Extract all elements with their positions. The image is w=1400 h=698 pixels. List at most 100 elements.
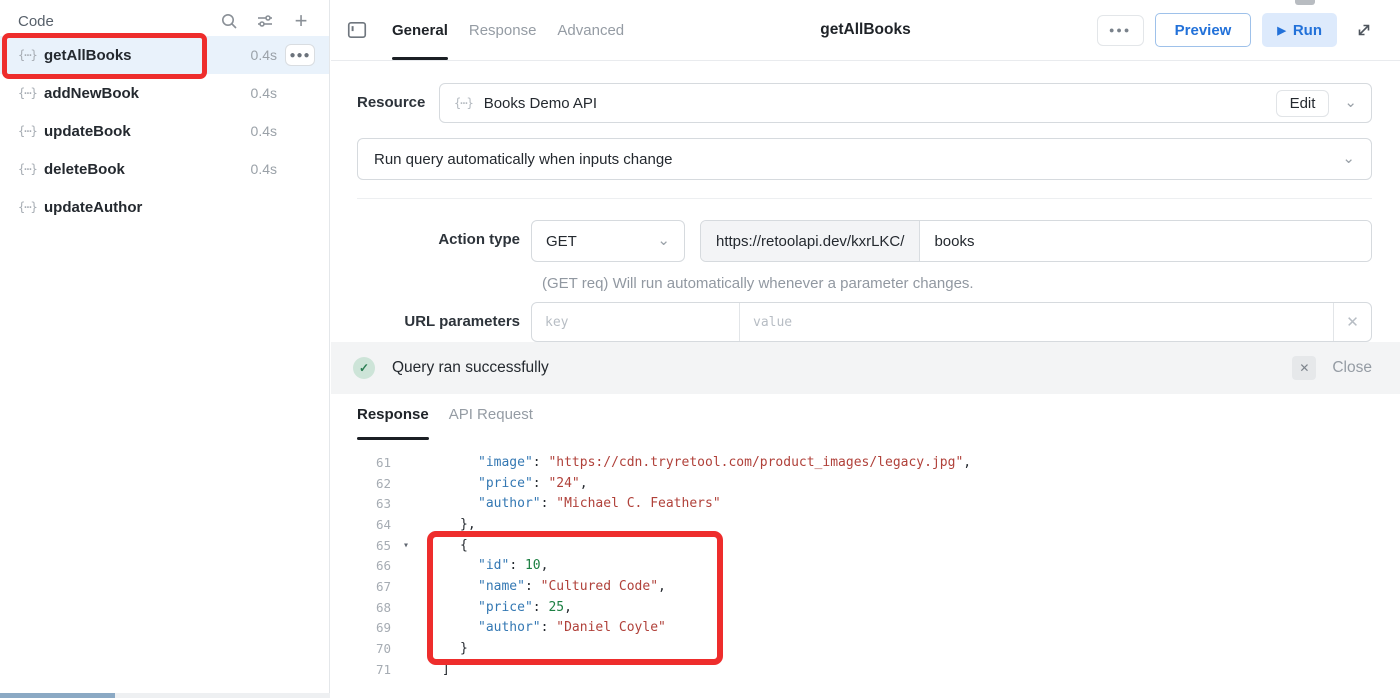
chevron-down-icon: ⌄ bbox=[1342, 154, 1355, 164]
action-type-row: Action type GET ⌄ https://retoolapi.dev/… bbox=[357, 220, 1372, 262]
code-line: 64}, bbox=[331, 514, 1400, 535]
search-icon[interactable] bbox=[219, 11, 239, 31]
code-line: 62 "price": "24", bbox=[331, 473, 1400, 494]
code-sidebar: Code + {⋯} bbox=[0, 0, 330, 698]
param-key-input[interactable]: key bbox=[532, 303, 740, 341]
tab-response[interactable]: Response bbox=[469, 0, 537, 60]
filter-sliders-icon[interactable] bbox=[255, 11, 275, 31]
chevron-down-icon: ⌄ bbox=[657, 236, 670, 246]
braces-icon: {⋯} bbox=[18, 124, 44, 138]
query-item-getAllBooks[interactable]: {⋯} getAllBooks 0.4s ●●● bbox=[0, 36, 329, 74]
run-button[interactable]: ▶ Run bbox=[1262, 13, 1337, 47]
code-line: 65▾{ bbox=[331, 535, 1400, 556]
braces-icon: {⋯} bbox=[18, 48, 44, 62]
line-number: 71 bbox=[331, 662, 391, 677]
run-behavior-value: Run query automatically when inputs chan… bbox=[374, 151, 1342, 168]
retool-query-editor: Code + {⋯} bbox=[0, 0, 1400, 698]
panel-toggle-icon[interactable] bbox=[346, 19, 368, 41]
code-content: "author": "Michael C. Feathers" bbox=[421, 496, 721, 511]
header-more-button[interactable]: ●●● bbox=[1097, 15, 1144, 46]
line-number: 70 bbox=[331, 641, 391, 656]
url-parameters-label: URL parameters bbox=[357, 302, 531, 330]
response-tabs: Response API Request bbox=[331, 394, 1400, 440]
query-item-deleteBook[interactable]: {⋯} deleteBook 0.4s bbox=[0, 150, 329, 188]
tab-advanced[interactable]: Advanced bbox=[557, 0, 624, 60]
line-number: 63 bbox=[331, 496, 391, 511]
code-content: "price": "24", bbox=[421, 476, 588, 491]
code-content: { bbox=[421, 538, 468, 553]
add-query-icon[interactable]: + bbox=[291, 11, 311, 31]
edit-resource-button[interactable]: Edit bbox=[1276, 90, 1330, 117]
query-run-time: 0.4s bbox=[241, 161, 277, 177]
url-base-prefix: https://retoolapi.dev/kxrLKC/ bbox=[701, 221, 920, 261]
query-item-label: getAllBooks bbox=[44, 47, 241, 64]
code-line: 70} bbox=[331, 638, 1400, 659]
code-content: "author": "Daniel Coyle" bbox=[421, 620, 666, 635]
scrollbar-thumb[interactable] bbox=[0, 693, 115, 698]
tab-response-result[interactable]: Response bbox=[357, 394, 429, 440]
tab-general[interactable]: General bbox=[392, 0, 448, 60]
code-content: } bbox=[421, 641, 468, 656]
sidebar-header: Code + bbox=[0, 0, 329, 34]
code-line: 63 "author": "Michael C. Feathers" bbox=[331, 493, 1400, 514]
url-parameters-group: key value ✕ bbox=[531, 302, 1372, 342]
action-type-select[interactable]: GET ⌄ bbox=[531, 220, 685, 262]
query-item-label: updateAuthor bbox=[44, 199, 241, 216]
line-number: 68 bbox=[331, 600, 391, 615]
braces-icon: {⋯} bbox=[18, 200, 44, 214]
sidebar-horizontal-scrollbar[interactable] bbox=[0, 693, 330, 698]
query-run-time: 0.4s bbox=[241, 47, 277, 63]
code-lines[interactable]: 61"image": "https://cdn.tryretool.com/pr… bbox=[331, 452, 1400, 680]
code-line: 67 "name": "Cultured Code", bbox=[331, 576, 1400, 597]
run-button-label: Run bbox=[1293, 22, 1322, 39]
url-parameters-row: URL parameters key value ✕ bbox=[357, 302, 1372, 342]
code-content: "price": 25, bbox=[421, 600, 572, 615]
code-line: 68 "price": 25, bbox=[331, 597, 1400, 618]
braces-icon: {⋯} bbox=[18, 162, 44, 176]
line-number: 67 bbox=[331, 579, 391, 594]
code-content: ] bbox=[421, 662, 450, 677]
url-path-input[interactable]: books bbox=[920, 221, 1371, 261]
query-form: Resource {⋯} Books Demo API Edit ⌄ Run q… bbox=[331, 61, 1400, 342]
query-item-label: deleteBook bbox=[44, 161, 241, 178]
editor-header: General Response Advanced getAllBooks ●●… bbox=[331, 0, 1400, 61]
action-type-label: Action type bbox=[357, 220, 531, 248]
query-item-label: updateBook bbox=[44, 123, 241, 140]
code-line: 66"id": 10, bbox=[331, 555, 1400, 576]
action-help-text: (GET req) Will run automatically wheneve… bbox=[542, 275, 1372, 293]
run-behavior-select[interactable]: Run query automatically when inputs chan… bbox=[357, 138, 1372, 180]
line-number: 66 bbox=[331, 558, 391, 573]
query-list: {⋯} getAllBooks 0.4s ●●● {⋯} addNewBook … bbox=[0, 36, 329, 226]
line-number: 69 bbox=[331, 620, 391, 635]
query-success-notification: ✓ Query ran successfully ✕ Close bbox=[331, 342, 1400, 394]
code-line: 71] bbox=[331, 659, 1400, 680]
param-value-input[interactable]: value bbox=[740, 303, 1333, 341]
close-notification-button[interactable]: Close bbox=[1332, 359, 1372, 377]
fold-arrow-icon[interactable]: ▾ bbox=[391, 540, 421, 551]
response-panel: Response API Request 61"image": "https:/… bbox=[331, 394, 1400, 698]
cropped-tooltip-fragment bbox=[1295, 0, 1315, 5]
query-item-label: addNewBook bbox=[44, 85, 241, 102]
query-item-addNewBook[interactable]: {⋯} addNewBook 0.4s bbox=[0, 74, 329, 112]
line-number: 62 bbox=[331, 476, 391, 491]
resource-select[interactable]: {⋯} Books Demo API Edit ⌄ bbox=[439, 83, 1372, 123]
query-more-button[interactable]: ●●● bbox=[285, 44, 315, 66]
code-content: "image": "https://cdn.tryretool.com/prod… bbox=[421, 455, 971, 470]
url-input-group: https://retoolapi.dev/kxrLKC/ books bbox=[700, 220, 1372, 262]
expand-icon[interactable] bbox=[1354, 19, 1376, 41]
braces-icon: {⋯} bbox=[454, 96, 473, 110]
close-icon[interactable]: ✕ bbox=[1292, 356, 1316, 380]
preview-button[interactable]: Preview bbox=[1155, 13, 1252, 47]
braces-icon: {⋯} bbox=[18, 86, 44, 100]
query-item-updateAuthor[interactable]: {⋯} updateAuthor bbox=[0, 188, 329, 226]
query-run-time: 0.4s bbox=[241, 123, 277, 139]
remove-parameter-icon[interactable]: ✕ bbox=[1333, 303, 1371, 341]
query-item-updateBook[interactable]: {⋯} updateBook 0.4s bbox=[0, 112, 329, 150]
editor-tabs: General Response Advanced bbox=[392, 0, 624, 60]
code-content: "name": "Cultured Code", bbox=[421, 579, 666, 594]
tab-api-request[interactable]: API Request bbox=[449, 394, 533, 440]
chevron-down-icon: ⌄ bbox=[1344, 98, 1357, 108]
code-content: }, bbox=[421, 517, 476, 532]
query-run-time: 0.4s bbox=[241, 85, 277, 101]
resource-label: Resource bbox=[357, 83, 439, 111]
